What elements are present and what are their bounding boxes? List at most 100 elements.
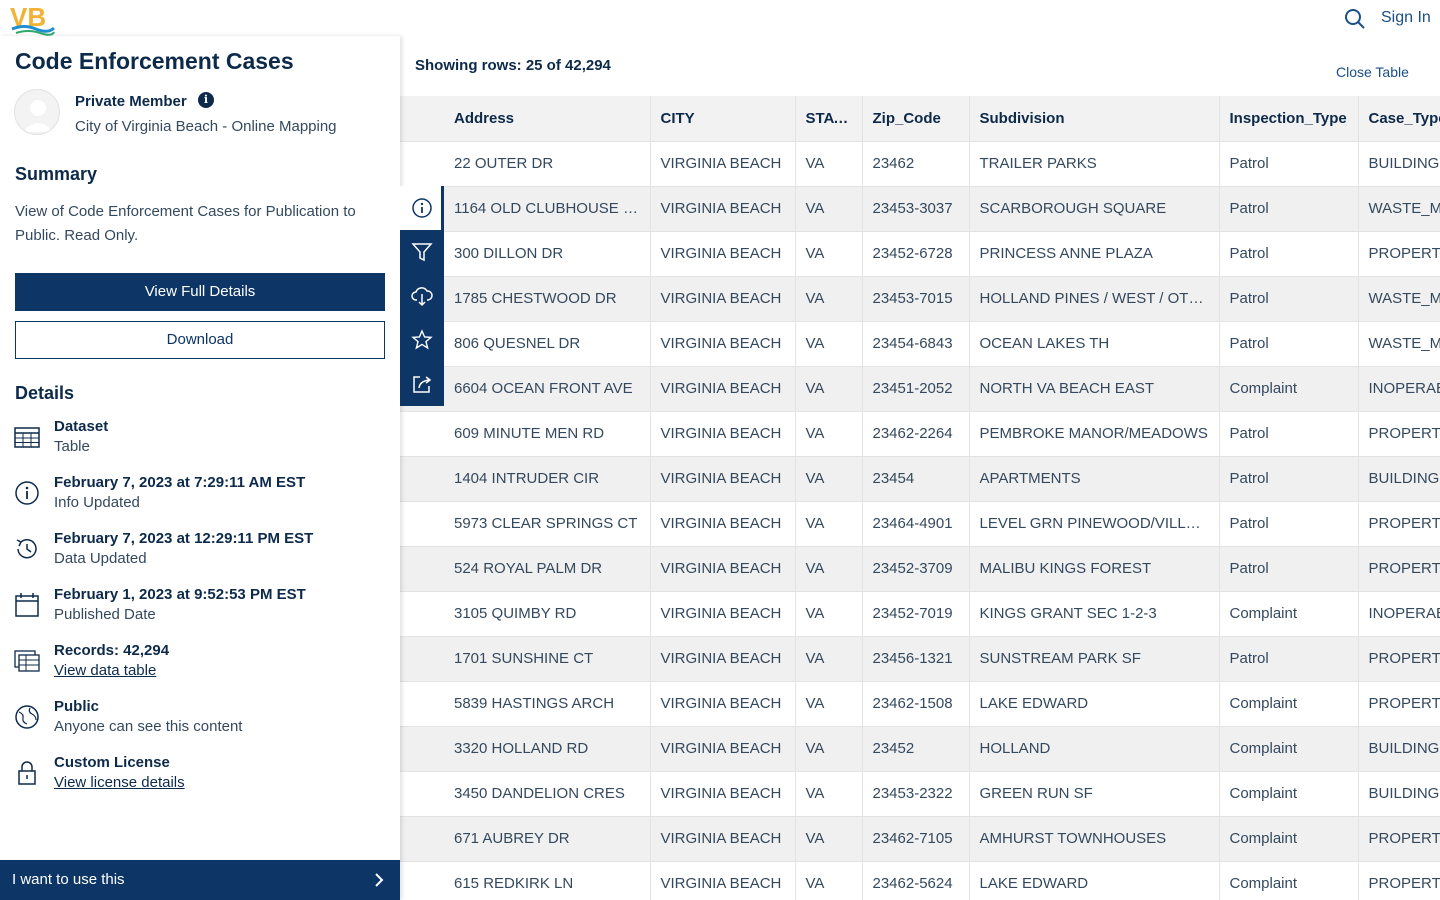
avatar (14, 89, 60, 135)
toolbar-favorite-button[interactable] (400, 318, 444, 362)
view-data-table-link[interactable]: View data table (54, 662, 156, 679)
table-row[interactable]: 22 OUTER DR VIRGINIA BEACH VA 23462 TRAILER … (400, 141, 1440, 187)
table-cell: 1701 SUNSHINE CT (444, 636, 651, 682)
table-cell: Complaint (1219, 771, 1359, 817)
table-cell: PEMBROKE MANOR/MEADOWS (969, 411, 1220, 457)
table-cell: VIRGINIA BEACH (650, 501, 796, 547)
owner-name[interactable]: Private Member (75, 93, 187, 110)
table-cell: WASTE_M (1358, 321, 1440, 367)
table-row[interactable]: 3450 DANDELION CRES VIRGINIA BEACH VA 23453… (400, 771, 1440, 817)
column-spacer (400, 96, 444, 142)
table-cell: Complaint (1219, 366, 1359, 412)
table-cell: VA (795, 591, 863, 637)
column-header-inspection-type[interactable]: Inspection_Type (1219, 96, 1359, 142)
table-cell: 23462-5624 (862, 861, 970, 900)
detail-published: February 1, 2023 at 9:52:53 PM EST Publi… (14, 586, 394, 634)
table-cell: 23452-3709 (862, 546, 970, 592)
table-cell: 671 AUBREY DR (444, 816, 651, 862)
column-header-case-type[interactable]: Case_Type (1358, 96, 1440, 142)
table-cell: VIRGINIA BEACH (650, 726, 796, 772)
table-row[interactable]: 615 REDKIRK LN VIRGINIA BEACH VA 23462-5624… (400, 861, 1440, 900)
column-header-zip-code[interactable]: Zip_Code (862, 96, 970, 142)
table-row[interactable]: 3105 QUIMBY RD VIRGINIA BEACH VA 23452-7019… (400, 591, 1440, 637)
table-row[interactable]: 524 ROYAL PALM DR VIRGINIA BEACH VA 23452-3… (400, 546, 1440, 592)
table-row[interactable]: 3320 HOLLAND RD VIRGINIA BEACH VA 23452 HOLL… (400, 726, 1440, 772)
view-full-details-button[interactable]: View Full Details (15, 273, 385, 311)
table-cell: 524 ROYAL PALM DR (444, 546, 651, 592)
table-cell: VA (795, 411, 863, 457)
column-header-city[interactable]: CITY (650, 96, 796, 142)
i-want-to-use-this-button[interactable]: I want to use this (0, 860, 400, 900)
table-cell: VA (795, 636, 863, 682)
column-header-state[interactable]: STATE (795, 96, 863, 142)
table-cell: VA (795, 546, 863, 592)
data-table: Address CITY STATE Zip_Code Subdivision … (400, 96, 1440, 900)
row-spacer (400, 681, 444, 727)
table-row[interactable]: 5839 HASTINGS ARCH VIRGINIA BEACH VA 23462-… (400, 681, 1440, 727)
table-row[interactable]: 609 MINUTE MEN RD VIRGINIA BEACH VA 23462-2… (400, 411, 1440, 457)
table-cell: Complaint (1219, 681, 1359, 727)
table-cell: 5973 CLEAR SPRINGS CT (444, 501, 651, 547)
table-cell: VA (795, 816, 863, 862)
top-bar: VB Sign In (0, 0, 1440, 36)
table-cell: VIRGINIA BEACH (650, 591, 796, 637)
table-row[interactable]: 1701 SUNSHINE CT VIRGINIA BEACH VA 23456-13… (400, 636, 1440, 682)
vb-logo[interactable]: VB (10, 2, 56, 36)
table-cell: PROPERTY (1358, 681, 1440, 727)
table-cell: LEVEL GRN PINEWOOD/VILLAGE (969, 501, 1220, 547)
table-cell: 5839 HASTINGS ARCH (444, 681, 651, 727)
table-row[interactable]: 806 QUESNEL DR VIRGINIA BEACH VA 23454-6843… (400, 321, 1440, 367)
table-cell: 23451-2052 (862, 366, 970, 412)
table-cell: VA (795, 141, 863, 187)
table-cell: VIRGINIA BEACH (650, 456, 796, 502)
records-icon (14, 650, 40, 672)
chevron-right-icon (375, 873, 384, 887)
table-cell: VA (795, 276, 863, 322)
owner-info-icon[interactable]: i (198, 92, 214, 108)
column-header-subdivision[interactable]: Subdivision (969, 96, 1220, 142)
download-button[interactable]: Download (15, 321, 385, 359)
table-cell: Patrol (1219, 411, 1359, 457)
table-cell: VIRGINIA BEACH (650, 636, 796, 682)
table-row[interactable]: 6604 OCEAN FRONT AVE VIRGINIA BEACH VA 2345… (400, 366, 1440, 412)
table-row[interactable]: 1785 CHESTWOOD DR VIRGINIA BEACH VA 23453-7… (400, 276, 1440, 322)
close-table-link[interactable]: Close Table (1336, 64, 1409, 80)
detail-data-updated: February 7, 2023 at 12:29:11 PM EST Data… (14, 530, 394, 578)
detail-value: Anyone can see this content (54, 718, 243, 735)
search-icon[interactable] (1344, 8, 1366, 30)
row-spacer (400, 456, 444, 502)
toolbar-share-button[interactable] (400, 362, 444, 406)
table-row[interactable]: 5973 CLEAR SPRINGS CT VIRGINIA BEACH VA 234… (400, 501, 1440, 547)
detail-label: Dataset (54, 418, 109, 435)
table-header-row: Address CITY STATE Zip_Code Subdivision … (400, 96, 1440, 142)
star-icon (411, 329, 433, 350)
share-icon (413, 376, 432, 393)
toolbar-filter-button[interactable] (400, 230, 444, 274)
table-row[interactable]: 1404 INTRUDER CIR VIRGINIA BEACH VA 23454 AP… (400, 456, 1440, 502)
sign-in-link[interactable]: Sign In (1381, 9, 1431, 27)
download-cloud-icon (411, 287, 433, 307)
table-cell: NORTH VA BEACH EAST (969, 366, 1220, 412)
toolbar-download-button[interactable] (400, 274, 444, 318)
table-row[interactable]: 300 DILLON DR VIRGINIA BEACH VA 23452-6728 P… (400, 231, 1440, 277)
table-cell: 1785 CHESTWOOD DR (444, 276, 651, 322)
table-cell: 23462 (862, 141, 970, 187)
table-cell: Patrol (1219, 546, 1359, 592)
table-cell: VA (795, 726, 863, 772)
view-license-details-link[interactable]: View license details (54, 774, 185, 791)
table-cell: Patrol (1219, 276, 1359, 322)
table-cell: VIRGINIA BEACH (650, 546, 796, 592)
detail-info-updated: February 7, 2023 at 7:29:11 AM EST Info … (14, 474, 394, 522)
table-cell: 23454-6843 (862, 321, 970, 367)
toolbar-info-button[interactable] (400, 186, 444, 230)
row-spacer (400, 546, 444, 592)
info-icon (412, 198, 432, 218)
table-cell: OCEAN LAKES TH (969, 321, 1220, 367)
detail-label: Records: 42,294 (54, 642, 170, 659)
table-cell: GREEN RUN SF (969, 771, 1220, 817)
table-cell: Patrol (1219, 321, 1359, 367)
column-header-address[interactable]: Address (444, 96, 651, 142)
table-row[interactable]: 1164 OLD CLUBHOUSE RD VIRGINIA BEACH VA 234… (400, 186, 1440, 232)
table-row[interactable]: 671 AUBREY DR VIRGINIA BEACH VA 23462-7105 A… (400, 816, 1440, 862)
detail-value: Info Updated (54, 494, 140, 511)
